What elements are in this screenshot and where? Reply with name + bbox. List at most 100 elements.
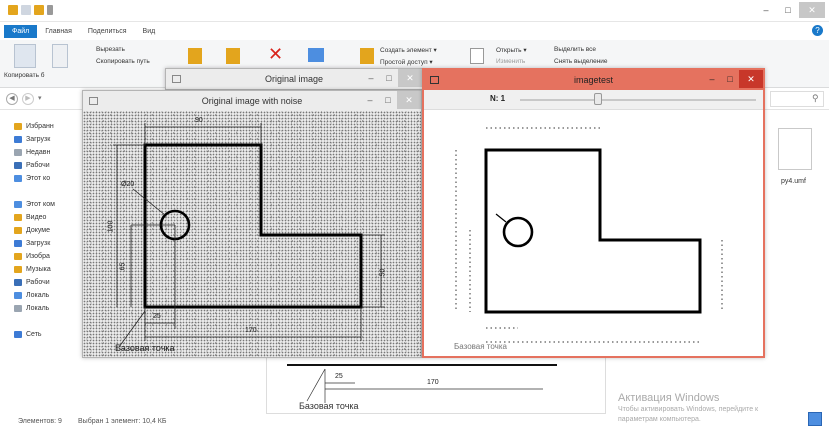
maximize-button[interactable]: □ <box>777 2 799 18</box>
sidebar-item-label: Локаль <box>26 305 50 312</box>
dim-label: 170 <box>245 327 257 334</box>
minimize-button[interactable]: – <box>361 91 379 109</box>
imagetest-canvas: Базовая точка <box>424 110 763 356</box>
chevron-down-icon[interactable] <box>47 5 53 15</box>
minimize-button[interactable]: – <box>755 2 777 18</box>
imagetest-window[interactable]: imagetest – □ ✕ N: 1 Базовая точка <box>422 68 765 358</box>
properties-icon[interactable] <box>21 5 31 15</box>
large-icons-view-icon[interactable] <box>808 412 822 426</box>
sidebar-item[interactable]: Видео <box>0 211 90 224</box>
sidebar-item[interactable]: Локаль <box>0 289 90 302</box>
sidebar-item[interactable]: Сеть <box>0 328 90 341</box>
rename-icon[interactable] <box>308 48 324 62</box>
original-image-window[interactable]: Original image – □ ✕ <box>165 68 423 90</box>
sidebar-item[interactable]: Докуме <box>0 224 90 237</box>
tab-home[interactable]: Главная <box>37 28 80 35</box>
cut-button[interactable]: Вырезать <box>96 46 125 53</box>
dim-label: 65 <box>119 262 127 271</box>
sidebar-item-label: Докуме <box>26 227 50 234</box>
new-item-button[interactable]: Создать элемент ▾ <box>380 46 437 54</box>
copy-to-icon[interactable] <box>226 48 240 64</box>
deselect-button[interactable]: Снять выделение <box>554 58 608 65</box>
sidebar-item-label: Этот ком <box>26 201 55 208</box>
l-shape-outline <box>143 143 363 309</box>
delete-icon[interactable]: ✕ <box>268 44 283 64</box>
sidebar-item[interactable]: Загрузк <box>0 237 90 250</box>
back-icon[interactable]: ◀ <box>6 93 18 105</box>
sidebar-item-label: Этот ко <box>26 175 51 182</box>
paste-icon[interactable] <box>52 44 68 68</box>
folder-icon <box>14 162 22 169</box>
new-folder-icon[interactable] <box>34 5 44 15</box>
copy-button[interactable]: Копировать б <box>4 72 45 79</box>
help-icon[interactable]: ? <box>812 25 823 36</box>
sidebar-item[interactable]: Изобра <box>0 250 90 263</box>
sidebar-item-label: Видео <box>26 214 47 221</box>
sidebar-item[interactable]: Локаль <box>0 302 90 315</box>
folder-icon <box>14 149 22 156</box>
sidebar-item-label: Загрузк <box>26 240 51 247</box>
history-chevron-icon[interactable]: ▾ <box>38 94 42 102</box>
move-to-icon[interactable] <box>188 48 202 64</box>
copy-path-button[interactable]: Скопировать путь <box>96 58 150 65</box>
sidebar-item[interactable]: Недавн <box>0 146 90 159</box>
minimize-button[interactable]: – <box>362 69 380 87</box>
close-button[interactable]: ✕ <box>799 2 825 18</box>
dim-label: 90 <box>195 117 203 124</box>
window-titlebar[interactable]: imagetest – □ ✕ <box>424 70 763 90</box>
folder-icon[interactable] <box>8 5 18 15</box>
open-button[interactable]: Открыть ▾ <box>496 46 527 54</box>
search-icon: ⚲ <box>812 93 819 103</box>
watermark-line1: Чтобы активировать Windows, перейдите к <box>618 406 759 413</box>
navigation-pane: Избранн Загрузк Недавн Рабочи Этот ко Этот ко… <box>0 120 90 350</box>
tab-view[interactable]: Вид <box>135 28 164 35</box>
edit-button[interactable]: Изменить <box>496 58 525 65</box>
close-button[interactable]: ✕ <box>397 91 421 109</box>
easy-access-button[interactable]: Простой доступ ▾ <box>380 58 433 66</box>
window-titlebar[interactable]: Original image – □ ✕ <box>166 69 422 89</box>
base-point-label: Базовая точка <box>115 343 175 353</box>
forward-icon[interactable]: ▶ <box>22 93 34 105</box>
folder-icon <box>14 305 22 312</box>
properties-icon[interactable] <box>470 48 484 64</box>
folder-icon <box>14 253 22 260</box>
sidebar-item-label: Локаль <box>26 292 50 299</box>
new-folder-icon[interactable] <box>360 48 374 64</box>
sidebar-item[interactable]: Загрузк <box>0 133 90 146</box>
sidebar-item[interactable]: Этот ком <box>0 198 90 211</box>
tab-share[interactable]: Поделиться <box>80 28 135 35</box>
window-controls: – □ ✕ <box>703 70 763 88</box>
close-button[interactable]: ✕ <box>739 70 763 88</box>
file-name[interactable]: py4.umf <box>781 178 806 185</box>
sidebar-item[interactable]: Избранн <box>0 120 90 133</box>
window-titlebar[interactable]: Original image with noise – □ ✕ <box>83 91 421 111</box>
leader-base-point <box>118 310 146 348</box>
sidebar-item <box>0 315 90 328</box>
maximize-button[interactable]: □ <box>380 69 398 87</box>
close-button[interactable]: ✕ <box>398 69 422 87</box>
sidebar-item[interactable]: Музыка <box>0 263 90 276</box>
trackbar-thumb[interactable] <box>593 93 602 105</box>
maximize-button[interactable]: □ <box>379 91 397 109</box>
sidebar-item[interactable]: Этот ко <box>0 172 90 185</box>
maximize-button[interactable]: □ <box>721 70 739 88</box>
folder-icon <box>14 279 22 286</box>
trackbar-track[interactable] <box>520 99 756 101</box>
sidebar-item[interactable]: Рабочи <box>0 159 90 172</box>
folder-icon <box>14 214 22 221</box>
noise-image-window[interactable]: Original image with noise – □ ✕ 90 Ø20 1… <box>82 90 422 358</box>
sidebar-item[interactable]: Рабочи <box>0 276 90 289</box>
copy-icon[interactable] <box>14 44 36 68</box>
folder-icon <box>14 240 22 247</box>
sidebar-item-label: Изобра <box>26 253 50 260</box>
leader-line <box>306 368 326 402</box>
minimize-button[interactable]: – <box>703 70 721 88</box>
watermark-title: Активация Windows <box>618 392 720 404</box>
folder-icon <box>14 201 22 208</box>
file-icon[interactable] <box>778 128 812 170</box>
folder-icon <box>14 123 22 130</box>
window-icon <box>172 75 181 83</box>
dim-label: 100 <box>107 220 115 233</box>
select-all-button[interactable]: Выделить все <box>554 46 596 53</box>
tab-file[interactable]: Файл <box>4 24 38 38</box>
